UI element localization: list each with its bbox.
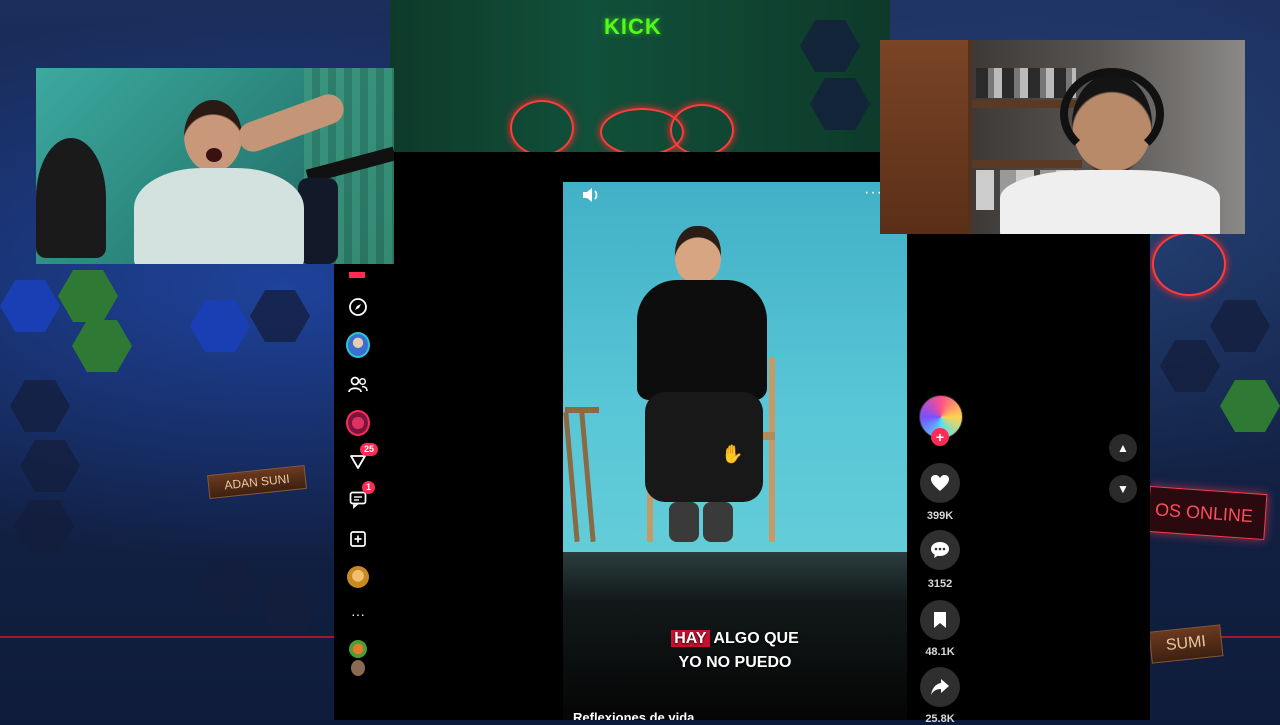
avatar <box>346 332 370 358</box>
plus-square-icon <box>350 531 366 547</box>
neon-decoration <box>1152 232 1226 296</box>
following-avatar-button[interactable] <box>346 638 370 678</box>
streamer-mouth <box>206 148 222 162</box>
man-legs <box>645 392 763 502</box>
headphones-icon <box>1060 68 1164 160</box>
mouse-cursor-icon: ✋ <box>721 444 744 464</box>
like-count: 399K <box>926 510 954 522</box>
heart-icon <box>931 475 949 491</box>
video-frame: ✋ <box>563 182 907 552</box>
video-player[interactable]: ✋ ··· HAY ALGO QUE YO NO PUEDO Reflexion… <box>563 182 907 720</box>
side-table-leg <box>579 412 596 542</box>
subtitle-text: ALGO QUE <box>709 630 799 647</box>
upload-button[interactable] <box>346 527 370 551</box>
share-button[interactable] <box>920 667 960 707</box>
live-button[interactable] <box>346 410 370 436</box>
subtitle-line-2: YO NO PUEDO <box>678 654 792 671</box>
streamer-shirt <box>134 168 304 264</box>
user-avatar <box>347 566 369 588</box>
microphone-body <box>298 178 338 264</box>
door <box>880 40 968 234</box>
next-video-button[interactable]: ▼ <box>1109 475 1137 503</box>
inbox-button[interactable]: 25 <box>346 443 379 473</box>
save-count: 48.1K <box>925 646 955 658</box>
compass-icon <box>349 298 367 316</box>
webcam-left <box>36 68 394 264</box>
neon-sign: OS ONLINE <box>1146 485 1268 541</box>
live-indicator <box>349 272 365 278</box>
tiktok-page: 25 1 ··· ✋ ··· HAY ALGO QUE YO NO PUEDO … <box>334 152 1150 725</box>
speaker-cabinet <box>36 138 106 258</box>
subtitle-highlight: HAY <box>671 630 710 647</box>
comment-icon <box>931 542 949 558</box>
follow-button[interactable]: + <box>931 428 949 446</box>
subtitle-line-1: HAY ALGO QUE <box>563 630 907 648</box>
neon-decoration <box>670 104 734 156</box>
speaker-icon <box>583 188 598 202</box>
profile-avatar-button[interactable] <box>346 332 370 358</box>
neon-decoration <box>510 100 574 156</box>
webcam-right <box>880 40 1245 234</box>
more-nav-button[interactable]: ··· <box>346 602 370 626</box>
side-table-leg <box>563 412 580 542</box>
shelf <box>972 160 1082 168</box>
profile-button[interactable] <box>346 565 370 589</box>
live-avatar <box>346 410 370 436</box>
chair-back <box>769 357 775 542</box>
man-torso <box>637 280 767 400</box>
messages-button[interactable]: 1 <box>346 481 376 511</box>
comment-button[interactable] <box>920 530 960 570</box>
man-shoe <box>669 502 699 542</box>
video-caption[interactable]: Reflexiones de vida <box>573 710 694 720</box>
messages-badge: 1 <box>362 481 376 494</box>
man-head <box>675 226 721 284</box>
previous-video-button[interactable]: ▲ <box>1109 434 1137 462</box>
save-button[interactable] <box>920 600 960 640</box>
inbox-badge: 25 <box>360 443 379 456</box>
following-button[interactable] <box>346 373 370 397</box>
nav-rail: 25 1 ··· <box>334 262 382 720</box>
kick-logo: KICK <box>604 14 662 39</box>
bookmark-icon <box>934 612 946 628</box>
share-count: 25.8K <box>925 713 955 725</box>
shelf-items <box>976 68 1076 98</box>
avatar <box>351 660 365 676</box>
red-stripe <box>0 636 334 638</box>
explore-button[interactable] <box>346 295 370 319</box>
users-icon <box>348 376 368 393</box>
like-button[interactable] <box>920 463 960 503</box>
volume-button[interactable] <box>581 186 601 209</box>
share-icon <box>931 679 949 695</box>
avatar <box>349 640 367 658</box>
streamer-shirt <box>1000 170 1220 234</box>
man-shoe <box>703 502 733 542</box>
comment-count: 3152 <box>927 578 953 590</box>
